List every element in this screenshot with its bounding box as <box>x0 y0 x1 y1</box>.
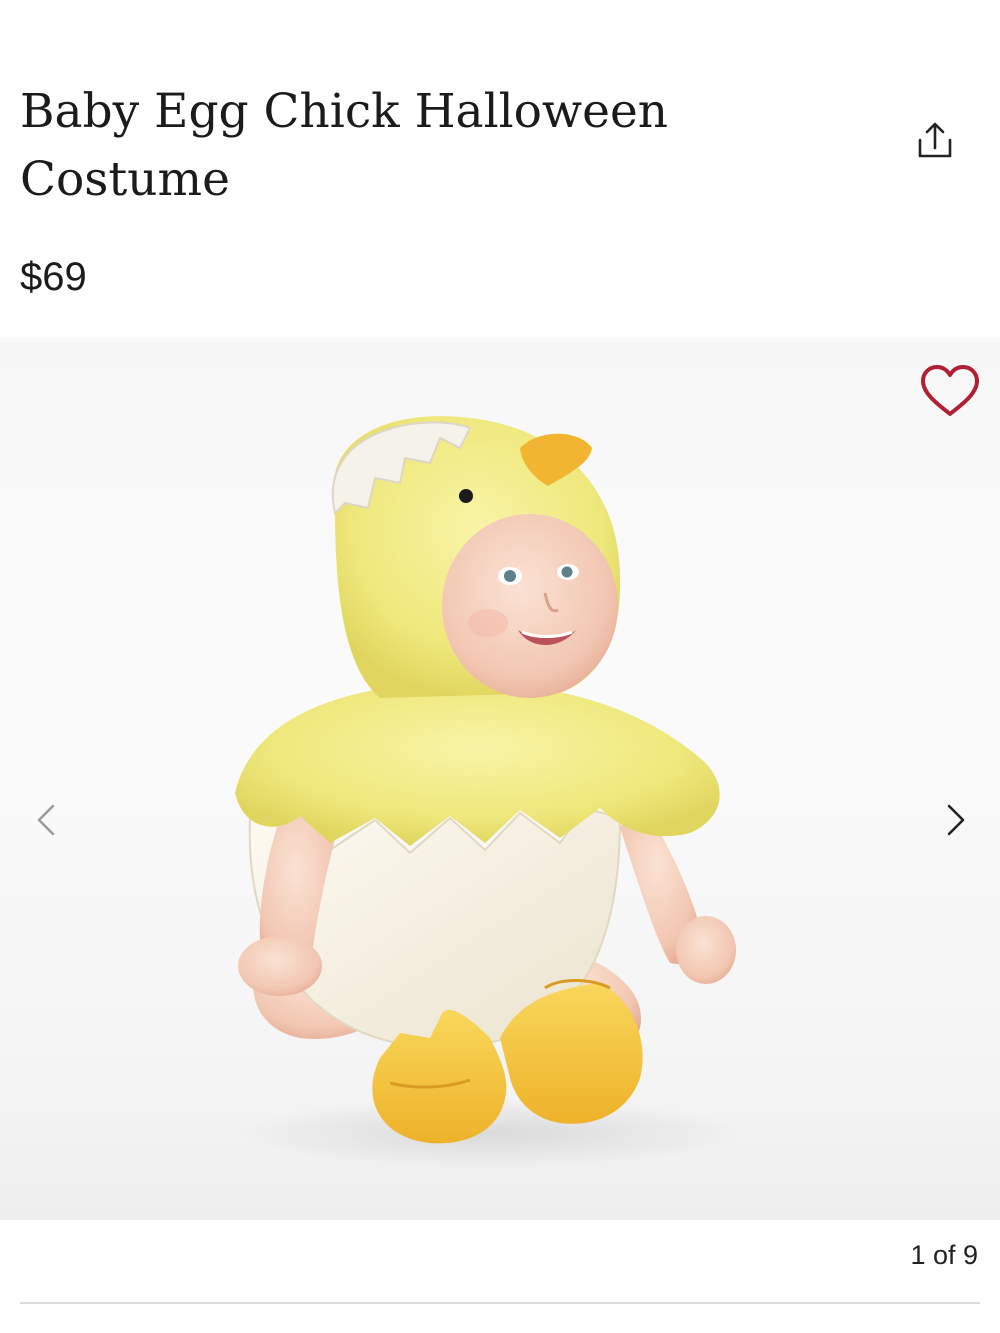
share-icon <box>918 122 952 158</box>
product-header: Baby Egg Chick Halloween Costume $69 <box>0 0 1000 338</box>
section-divider <box>20 1302 980 1304</box>
product-image-gallery[interactable] <box>0 338 1000 1220</box>
product-title: Baby Egg Chick Halloween Costume <box>20 84 669 207</box>
product-price: $69 <box>20 255 87 299</box>
image-counter: 1 of 9 <box>910 1240 978 1270</box>
previous-image-button[interactable] <box>26 800 66 840</box>
chevron-right-icon <box>947 804 965 836</box>
next-image-button[interactable] <box>936 800 976 840</box>
product-photo <box>235 416 736 1144</box>
favorite-button[interactable] <box>916 362 984 420</box>
share-button[interactable] <box>908 116 962 166</box>
chevron-left-icon <box>37 804 55 836</box>
heart-outline-icon <box>921 365 979 416</box>
